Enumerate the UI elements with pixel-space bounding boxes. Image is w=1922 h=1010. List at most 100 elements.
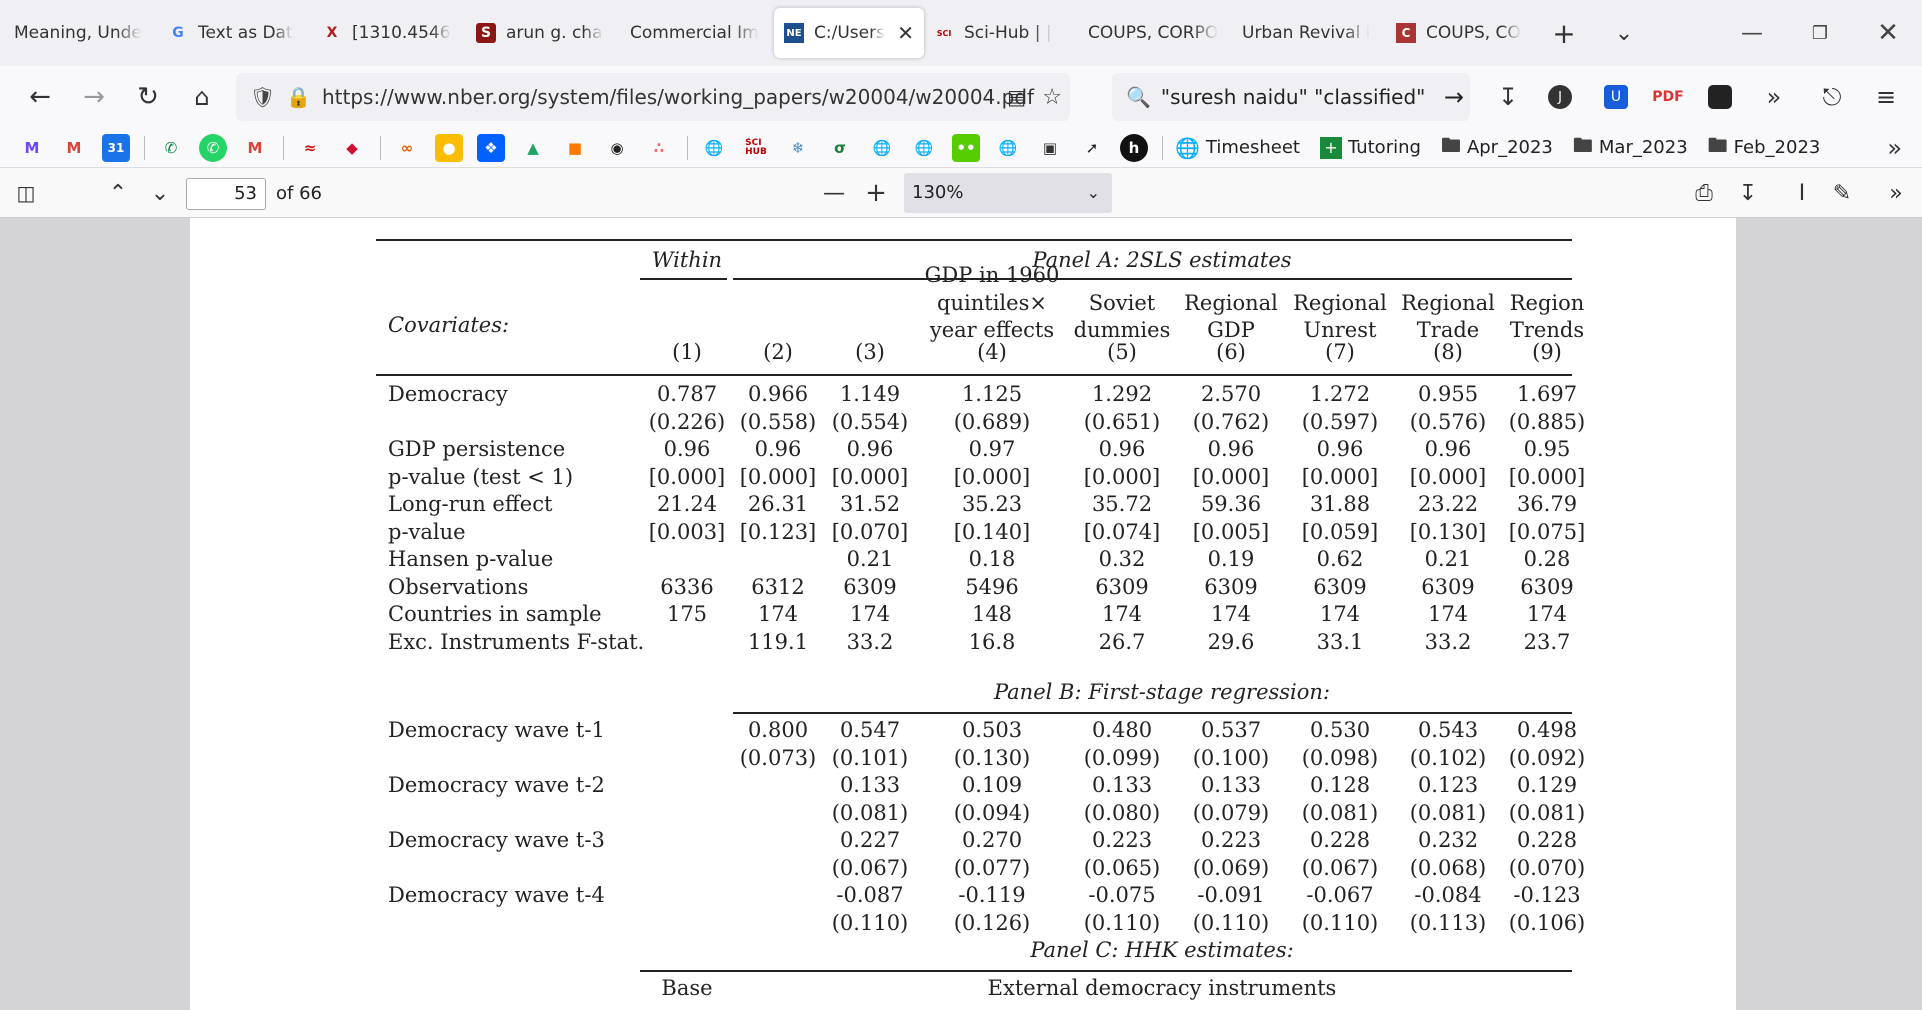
column-header: Trade xyxy=(1416,318,1480,342)
table-cell: 1.149 xyxy=(839,382,901,406)
search-bar[interactable]: 🔍 "suresh naidu" "classified" → xyxy=(1112,73,1470,121)
address-bar[interactable]: 🛡 🔒 https://www.nber.org/system/files/wo… xyxy=(236,73,1070,121)
phone-icon[interactable]: ✆ xyxy=(157,134,185,162)
more-pdf-tools-icon[interactable]: » xyxy=(1880,177,1912,209)
infinity-icon[interactable]: ∞ xyxy=(393,134,421,162)
bookmark-timesheet[interactable]: 🌐 Timesheet xyxy=(1175,136,1300,160)
table-cell: 0.787 xyxy=(656,382,718,406)
row-label: Observations xyxy=(388,574,529,599)
column-header: GDP in 1960 xyxy=(924,263,1060,287)
more-tools-icon[interactable]: » xyxy=(1752,66,1796,128)
tree-icon[interactable]: ❄ xyxy=(784,134,812,162)
table-cell: 0.133 xyxy=(839,773,901,797)
gmail-icon[interactable]: M xyxy=(60,134,88,162)
new-tab-button[interactable]: + xyxy=(1536,8,1592,58)
tab-1[interactable]: G Text as Dat xyxy=(158,8,312,58)
home-button[interactable]: ⌂ xyxy=(182,77,222,117)
table-cell: 6309 xyxy=(1204,574,1258,599)
row-label: Long-run effect xyxy=(388,492,553,516)
h-icon[interactable]: h xyxy=(1120,133,1148,162)
shield-icon[interactable]: 🛡 xyxy=(250,85,276,109)
owl-icon[interactable]: •• xyxy=(952,133,980,162)
table-cell: [0.000] xyxy=(1508,464,1586,489)
extensions-puzzle-icon[interactable]: ⎋ xyxy=(1810,66,1854,128)
tab-8[interactable]: Urban Revival i xyxy=(1232,8,1386,58)
zoom-out-button[interactable]: — xyxy=(818,177,850,209)
forward-button[interactable]: → xyxy=(74,77,114,117)
reload-button[interactable]: ↻ xyxy=(128,77,168,117)
tab-2[interactable]: X [1310.4546 xyxy=(312,8,466,58)
draw-pen-icon[interactable]: ✎ xyxy=(1826,177,1858,209)
extension-icon[interactable] xyxy=(1698,66,1742,128)
text-cursor-icon[interactable]: I xyxy=(1786,177,1818,209)
box-icon[interactable]: ■ xyxy=(561,134,589,162)
drive-icon[interactable]: ▲ xyxy=(519,134,547,162)
github-icon[interactable]: ◉ xyxy=(603,134,631,162)
back-button[interactable]: ← xyxy=(20,77,60,117)
keep-icon[interactable]: ● xyxy=(435,133,463,162)
table-cell: (0.558) xyxy=(739,409,817,434)
bank-icon[interactable]: ≈ xyxy=(296,134,324,162)
panel-c-rule xyxy=(640,970,1572,972)
pin-icon[interactable]: ➚ xyxy=(1078,134,1106,162)
navigation-toolbar: ← → ↻ ⌂ 🛡 🔒 https://www.nber.org/system/… xyxy=(0,66,1922,128)
close-tab-icon[interactable]: ✕ xyxy=(897,21,914,45)
scihub-icon[interactable]: SCI HUB xyxy=(742,134,770,162)
bookmark-folder-mar-2023[interactable]: 🖿 Mar_2023 xyxy=(1573,131,1688,165)
search-go-icon[interactable]: → xyxy=(1444,83,1464,111)
whatsapp-icon[interactable]: ✆ xyxy=(199,133,227,162)
globe-icon[interactable]: 🌐 xyxy=(994,134,1022,162)
list-all-tabs-icon[interactable]: ⌄ xyxy=(1596,8,1652,58)
row-label: Exc. Instruments F-stat. xyxy=(388,629,645,654)
sidebar-toggle-icon[interactable]: ◫ xyxy=(10,177,42,209)
tab-0[interactable]: Meaning, Unde xyxy=(4,8,158,58)
tab-4[interactable]: Commercial Im xyxy=(620,8,774,58)
lock-icon[interactable]: 🔒 xyxy=(286,85,312,109)
print-icon[interactable]: ⎙ xyxy=(1688,177,1720,209)
proton-mail-icon[interactable]: M xyxy=(18,134,46,162)
asana-icon[interactable]: ∴ xyxy=(645,134,673,162)
minimize-window-button[interactable]: — xyxy=(1718,0,1786,66)
gmail-icon[interactable]: M xyxy=(241,134,269,162)
bookmark-folder-feb-2023[interactable]: 🖿 Feb_2023 xyxy=(1708,131,1821,165)
account-avatar[interactable]: J xyxy=(1538,66,1582,128)
globe-icon[interactable]: 🌐 xyxy=(868,134,896,162)
pdf-viewer[interactable]: Within Panel A: 2SLS estimates GDP in 1960… xyxy=(0,218,1922,1010)
search-input[interactable]: "suresh naidu" "classified" xyxy=(1161,85,1425,109)
more-bookmarks-icon[interactable]: » xyxy=(1887,134,1902,162)
calendar-icon[interactable]: 31 xyxy=(102,133,130,162)
close-window-button[interactable]: ✕ xyxy=(1854,0,1922,66)
previous-page-button[interactable]: ⌃ xyxy=(102,177,134,209)
table-cell: 5496 xyxy=(965,574,1019,599)
bookmark-star-icon[interactable]: ☆ xyxy=(1042,85,1062,110)
restore-window-button[interactable]: ❐ xyxy=(1786,0,1854,66)
table-cell: (0.113) xyxy=(1409,910,1487,935)
page-number-input[interactable]: 53 xyxy=(186,178,266,210)
tab-5[interactable]: NE C:/Users ✕ xyxy=(774,8,924,58)
globe-icon[interactable]: 🌐 xyxy=(700,134,728,162)
zoom-in-button[interactable]: + xyxy=(860,177,892,209)
table-cell: 33.1 xyxy=(1316,629,1364,654)
tab-3[interactable]: Sarun g. cha xyxy=(466,8,620,58)
dropbox-icon[interactable]: ❖ xyxy=(477,133,505,162)
menu-hamburger-icon[interactable]: ≡ xyxy=(1864,66,1908,128)
reader-view-icon[interactable]: ▤ xyxy=(1007,85,1026,109)
pdf-extension-icon[interactable]: PDF xyxy=(1646,66,1690,128)
url-text[interactable]: https://www.nber.org/system/files/workin… xyxy=(322,85,1034,109)
sigma-icon[interactable]: σ xyxy=(826,134,854,162)
globe-icon[interactable]: 🌐 xyxy=(910,134,938,162)
bitwarden-extension-icon[interactable]: U xyxy=(1594,66,1638,128)
bookmark-folder-apr-2023[interactable]: 🖿 Apr_2023 xyxy=(1441,131,1553,165)
row-label: Countries in sample xyxy=(388,602,602,626)
tab-7[interactable]: COUPS, CORPO xyxy=(1078,8,1232,58)
document-icon[interactable]: ▣ xyxy=(1036,134,1064,162)
next-page-button[interactable]: ⌄ xyxy=(144,177,176,209)
diamond-icon[interactable]: ◆ xyxy=(338,134,366,162)
tab-9[interactable]: C COUPS, CO xyxy=(1386,8,1540,58)
downloads-icon[interactable]: ↧ xyxy=(1486,66,1530,128)
zoom-select[interactable]: 130% ⌄ xyxy=(904,173,1112,213)
bookmark-tutoring[interactable]: + Tutoring xyxy=(1319,136,1421,159)
tab-6[interactable]: SCI Sci-Hub | | xyxy=(924,8,1078,58)
column-number: (5) xyxy=(1107,340,1137,364)
save-icon[interactable]: ↧ xyxy=(1732,177,1764,209)
